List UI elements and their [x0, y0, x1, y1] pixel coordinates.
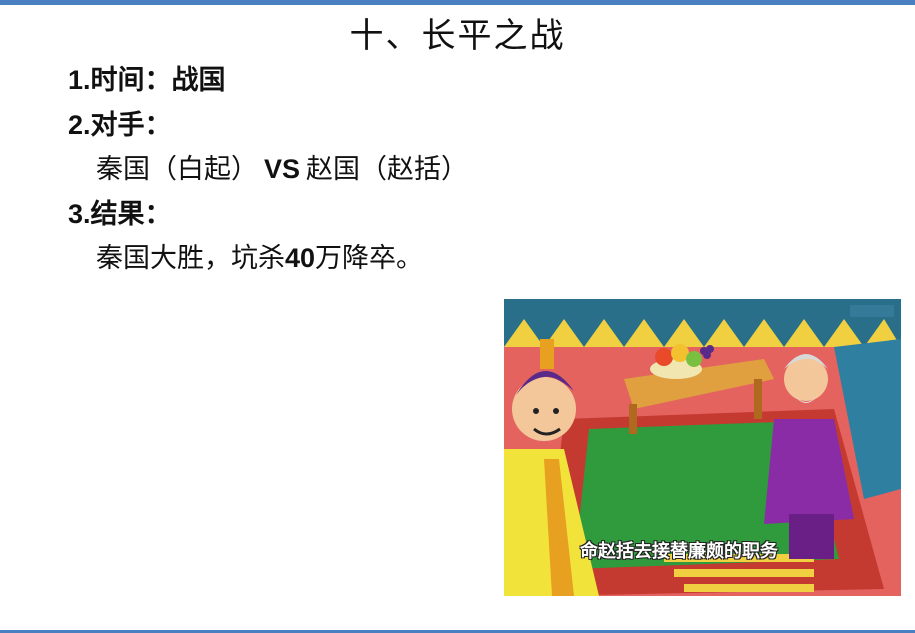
- result-tail: 万降卒。: [315, 243, 424, 274]
- side-a: 秦国（白起）: [96, 154, 258, 185]
- video-subtitle: 命赵括去接替廉颇的职务: [580, 541, 778, 562]
- item-label: 结果：: [90, 199, 172, 230]
- opponents-line: 秦国（白起） VS 赵国（赵括）: [96, 152, 468, 187]
- slide-title: 十、长平之战: [349, 16, 566, 56]
- item-result: 3.结果：: [68, 197, 172, 232]
- item-opponents: 2.对手：: [68, 108, 172, 143]
- item-number: 3.: [68, 199, 91, 229]
- item-number: 1.: [68, 65, 91, 95]
- item-number: 2.: [68, 110, 91, 140]
- side-b: 赵国（赵括）: [306, 154, 469, 185]
- cartoon-illustration: 命赵括去接替廉颇的职务: [504, 299, 901, 596]
- item-time: 1.时间：战国: [68, 63, 226, 98]
- result-number: 40: [285, 243, 316, 273]
- item-label: 时间：: [90, 65, 172, 96]
- result-text: 秦国大胜，坑杀: [96, 243, 285, 274]
- top-accent-bar: [0, 0, 915, 5]
- result-line: 秦国大胜，坑杀40万降卒。: [96, 241, 423, 276]
- item-label: 对手：: [90, 110, 172, 141]
- vs-label: VS: [264, 154, 301, 184]
- item-value: 战国: [171, 65, 226, 96]
